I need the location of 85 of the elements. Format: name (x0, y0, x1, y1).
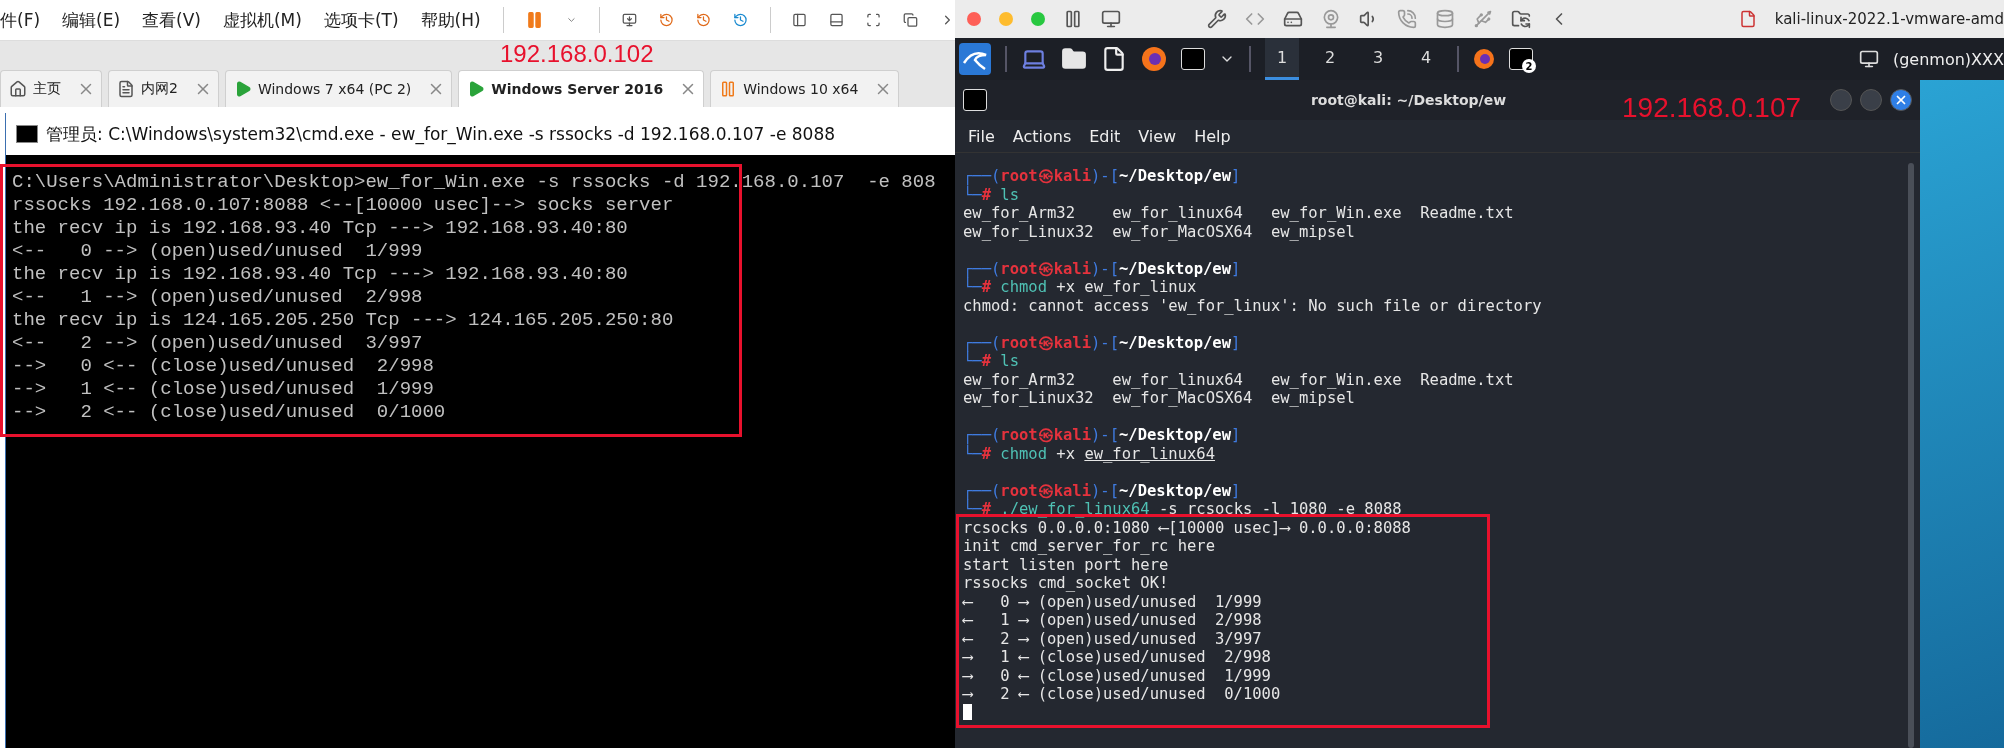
output-line: ⟶ 0 ⟵ (close)used/unused 1/999 (963, 666, 1271, 685)
workspace-button[interactable]: 3 (1361, 38, 1395, 80)
vm-tab[interactable]: Windows 7 x64 (PC 2) (224, 70, 453, 107)
settings-icon[interactable] (1207, 9, 1227, 29)
output-line: rssocks cmd_socket OK! (963, 574, 1169, 593)
console-line: <-- 1 --> (open)used/unused 2/998 (12, 286, 423, 309)
document-icon (117, 80, 135, 98)
output-line: chmod: cannot access 'ew_for_linux': No such file or directory (963, 296, 1542, 315)
menu-item[interactable]: 虚拟机(M) (222, 8, 302, 32)
output-line: ⟵ 2 ⟶ (open)used/unused 3/997 (963, 629, 1262, 648)
vm-tab[interactable]: Windows 10 x64 (710, 70, 900, 107)
output-line: ⟵ 0 ⟶ (open)used/unused 1/999 (963, 592, 1262, 611)
prompt-line: ┌──(root㉿kali)-[~/Desktop/ew] (963, 167, 1241, 185)
vm-tab[interactable]: 内网2 (108, 70, 219, 107)
ip-annotation: 192.168.0.107 (1622, 92, 1802, 124)
console-icon (16, 125, 38, 143)
prompt-line: ┌──(root㉿kali)-[~/Desktop/ew] (963, 333, 1241, 352)
menu-item[interactable]: 帮助(H) (420, 8, 481, 32)
menu-item[interactable]: 查看(V) (142, 8, 201, 32)
output-line: ⟶ 2 ⟵ (close)used/unused 0/1000 (963, 685, 1281, 704)
workspace-button[interactable]: 4 (1409, 38, 1443, 80)
vm-tab[interactable]: 主页 (0, 70, 102, 107)
vm-title: kali-linux-2022.1-vmware-amd (1774, 10, 2004, 28)
console-line: --> 2 <-- (close)used/unused 0/1000 (12, 401, 446, 424)
output-line: init cmd_server_for_rc here (963, 537, 1215, 556)
output-line: ew_for_Arm32 ew_for_linux64 ew_for_Win.exe Readme.txt (963, 204, 1514, 223)
workspace-button[interactable]: 1 (1265, 38, 1299, 80)
terminal-icon[interactable] (1181, 48, 1205, 70)
text-editor-icon[interactable] (1101, 46, 1127, 72)
window-count-badge: 2 (1522, 59, 1536, 73)
panel-text: (genmon)XXX (1892, 49, 2004, 69)
browser-icon[interactable] (1473, 48, 1495, 70)
text-cursor (963, 703, 972, 720)
prompt-line: ┌──(root㉿kali)-[~/Desktop/ew] (963, 259, 1241, 278)
console-line: rssocks 192.168.0.107:8088 <--[10000 usec]--> socks server (12, 194, 674, 217)
menu-item[interactable]: 选项卡(T) (323, 8, 399, 32)
terminal-icon[interactable]: 2 (1509, 48, 1533, 70)
close-button[interactable] (1890, 89, 1912, 111)
close-icon (1894, 93, 1908, 107)
menu-item[interactable]: View (1138, 126, 1177, 146)
command-line: └─# ./ew_for_linux64 -s rcsocks -l 1080 -e 8088 (963, 500, 1402, 519)
output-line: ew_for_Linux32 ew_for_MacOSX64 ew_mipsel (963, 222, 1355, 241)
shared-folder-icon[interactable] (1511, 9, 1531, 29)
console-line: --> 0 <-- (close)used/unused 2/998 (12, 355, 434, 378)
scrollbar[interactable] (1908, 163, 1914, 748)
command-line: └─# chmod +x ew_for_linux (963, 278, 1197, 297)
folder-icon[interactable] (1061, 46, 1087, 72)
output-line: ew_for_Linux32 ew_for_MacOSX64 ew_mipsel (963, 389, 1355, 408)
file-icon (1738, 10, 1757, 28)
home-icon (9, 80, 27, 98)
ip-annotation: 192.168.0.102 (500, 40, 654, 68)
browser-icon[interactable] (1141, 46, 1167, 72)
display-icon[interactable] (1858, 49, 1879, 69)
console-line: the recv ip is 192.168.93.40 Tcp ---> 192.168.93.40:80 (12, 263, 628, 286)
play-icon (467, 80, 486, 98)
console-line: the recv ip is 192.168.93.40 Tcp ---> 192.168.93.40:80 (12, 217, 628, 240)
output-line: ⟵ 1 ⟶ (open)used/unused 2/998 (963, 611, 1262, 630)
menu-item[interactable]: File (968, 126, 995, 146)
terminal-icon (963, 89, 987, 111)
prompt-line: ┌──(root㉿kali)-[~/Desktop/ew] (963, 426, 1241, 444)
vm-tab[interactable]: Windows Server 2016 (458, 70, 705, 107)
output-line: start listen port here (963, 555, 1169, 574)
menu-item[interactable]: Actions (1012, 126, 1072, 146)
window-title-text: 管理员: C:\Windows\system32\cmd.exe - ew_for_Win.exe -s rssocks -d 192.168.0.107 -e 8088 (46, 122, 836, 146)
command-line: └─# ls (963, 352, 1020, 371)
window-title: root@kali: ~/Desktop/ew (1310, 92, 1507, 108)
menu-item[interactable]: 编辑(E) (62, 8, 121, 32)
command-line: └─# ls (963, 185, 1020, 204)
console-line: --> 1 <-- (close)used/unused 1/999 (12, 378, 434, 401)
command-line: └─# chmod +x ew_for_linux64 (963, 444, 1216, 463)
snapshot-icon[interactable] (1101, 9, 1121, 29)
console-line: <-- 0 --> (open)used/unused 1/999 (12, 240, 423, 263)
output-line: ⟶ 1 ⟵ (close)used/unused 2/998 (963, 648, 1271, 667)
console-line: the recv ip is 124.165.205.250 Tcp ---> 124.165.205.250:80 (12, 309, 674, 332)
workspace-button[interactable]: 2 (1313, 38, 1347, 80)
menu-item[interactable]: Edit (1089, 126, 1121, 146)
menu-item[interactable]: Help (1194, 126, 1231, 146)
console-line: <-- 2 --> (open)used/unused 3/997 (12, 332, 423, 355)
pause-icon[interactable] (1063, 9, 1083, 29)
dragon-logo-icon[interactable] (959, 43, 991, 75)
output-line: ew_for_Arm32 ew_for_linux64 ew_for_Win.exe Readme.txt (963, 370, 1514, 389)
prompt-line: ┌──(root㉿kali)-[~/Desktop/ew] (963, 481, 1241, 500)
menu-item[interactable]: 件(F) (0, 8, 41, 32)
drive-icon[interactable] (1283, 9, 1303, 29)
output-line: rcsocks 0.0.0.0:1080 ⟵[10000 usec]⟶ 0.0.0.0:8088 (963, 518, 1411, 537)
